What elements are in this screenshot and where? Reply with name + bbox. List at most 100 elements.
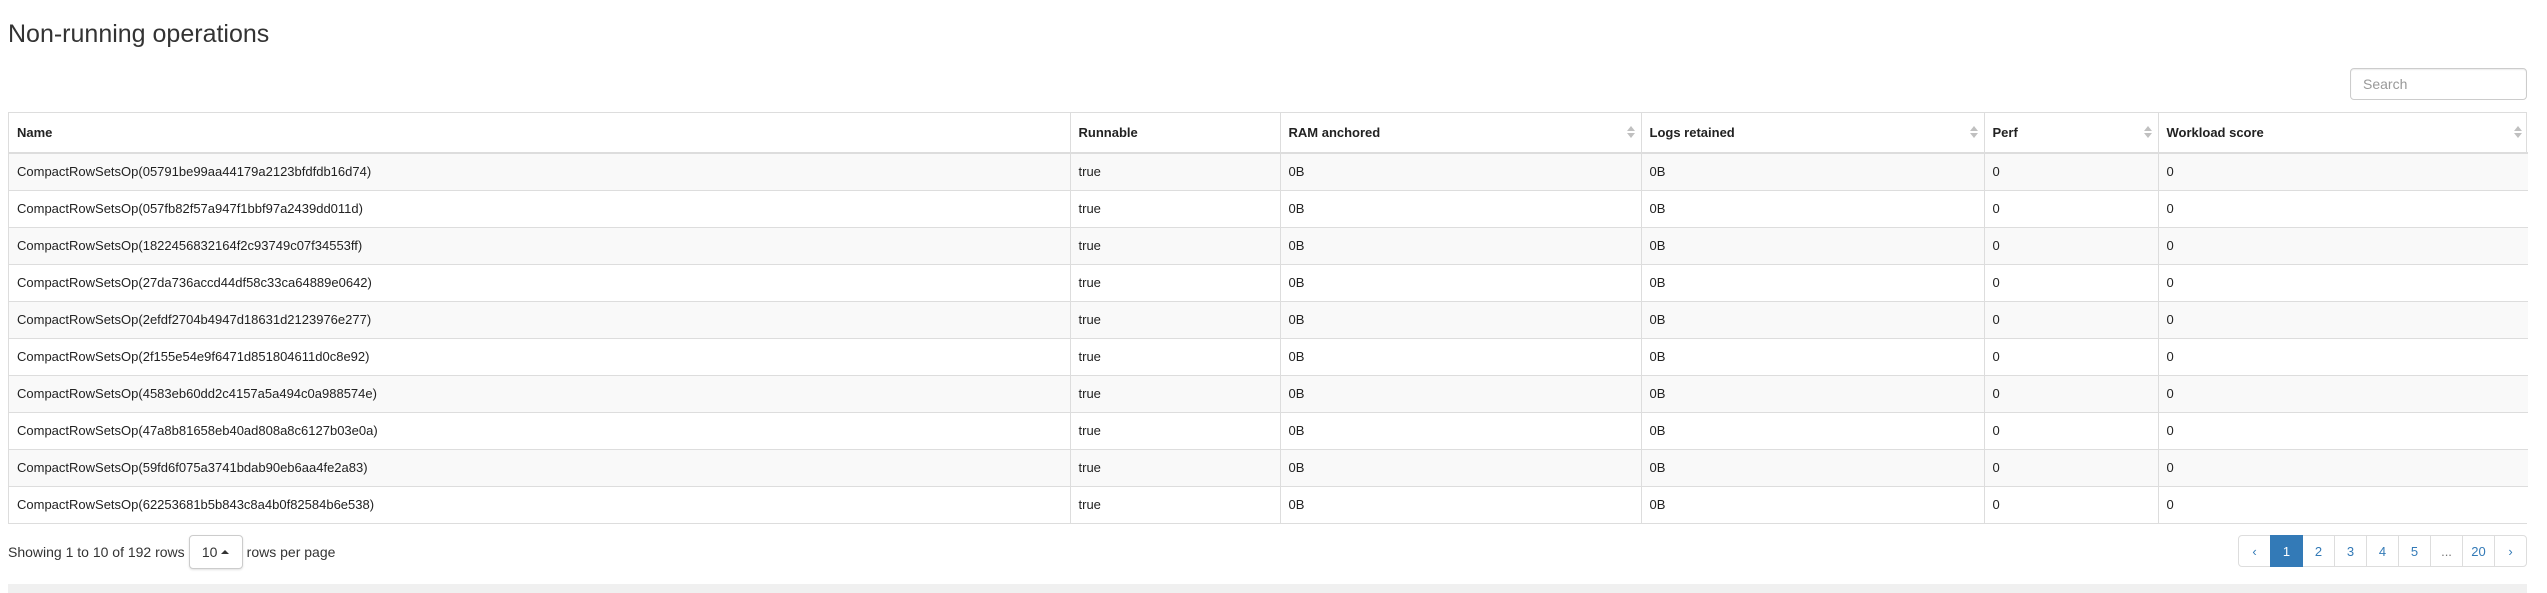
cell-name: CompactRowSetsOp(2f155e54e9f6471d8518046… [9, 338, 1071, 376]
cell-workload-score: 0 [2158, 375, 2528, 413]
column-header-runnable[interactable]: Runnable [1070, 113, 1281, 154]
cell-workload-score: 0 [2158, 449, 2528, 487]
operations-table-container: Name Runnable RAM anchored Logs retained… [8, 112, 2528, 524]
pagination-summary: Showing 1 to 10 of 192 rows 10 rows per … [8, 535, 335, 569]
cell-perf: 0 [1984, 449, 2159, 487]
showing-rows-text: Showing 1 to 10 of 192 rows [8, 544, 185, 560]
table-row: CompactRowSetsOp(62253681b5b843c8a4b0f82… [9, 486, 2528, 523]
rows-per-page-text: rows per page [246, 544, 336, 560]
cell-runnable: true [1070, 375, 1281, 413]
cell-perf: 0 [1984, 190, 2159, 228]
cell-workload-score: 0 [2158, 153, 2528, 191]
table-row: CompactRowSetsOp(4583eb60dd2c4157a5a494c… [9, 375, 2528, 413]
table-body: CompactRowSetsOp(05791be99aa44179a2123bf… [9, 153, 2528, 523]
cell-name: CompactRowSetsOp(27da736accd44df58c33ca6… [9, 264, 1071, 302]
cell-ram-anchored: 0B [1280, 153, 1642, 191]
page-ellipsis: ... [2430, 535, 2463, 567]
table-row: CompactRowSetsOp(2efdf2704b4947d18631d21… [9, 301, 2528, 339]
page-button[interactable]: 3 [2334, 535, 2367, 567]
table-row: CompactRowSetsOp(59fd6f075a3741bdab90eb6… [9, 449, 2528, 487]
cell-logs-retained: 0B [1641, 486, 1985, 523]
cell-name: CompactRowSetsOp(1822456832164f2c93749c0… [9, 227, 1071, 265]
cell-runnable: true [1070, 338, 1281, 376]
cell-perf: 0 [1984, 301, 2159, 339]
column-header-perf[interactable]: Perf [1984, 113, 2159, 154]
cell-ram-anchored: 0B [1280, 338, 1642, 376]
cell-runnable: true [1070, 486, 1281, 523]
cell-name: CompactRowSetsOp(62253681b5b843c8a4b0f82… [9, 486, 1071, 523]
cell-perf: 0 [1984, 227, 2159, 265]
cell-logs-retained: 0B [1641, 412, 1985, 450]
cell-runnable: true [1070, 412, 1281, 450]
cell-workload-score: 0 [2158, 227, 2528, 265]
page-button[interactable]: 20 [2462, 535, 2495, 567]
cell-runnable: true [1070, 227, 1281, 265]
column-header-label: Workload score [2166, 125, 2264, 140]
table-header-row: Name Runnable RAM anchored Logs retained… [9, 113, 2528, 154]
cell-logs-retained: 0B [1641, 190, 1985, 228]
cell-logs-retained: 0B [1641, 449, 1985, 487]
page-button[interactable]: 5 [2398, 535, 2431, 567]
caret-up-icon [221, 550, 230, 554]
pagination: ‹ 1 2 3 4 5... 20 › [2238, 535, 2527, 567]
bottom-panel-edge [8, 584, 2527, 593]
operations-table: Name Runnable RAM anchored Logs retained… [9, 113, 2528, 523]
sort-icon[interactable] [2514, 125, 2522, 141]
cell-ram-anchored: 0B [1280, 190, 1642, 228]
column-header-logs-retained[interactable]: Logs retained [1641, 113, 1985, 154]
column-header-label: Logs retained [1649, 125, 1735, 140]
cell-perf: 0 [1984, 264, 2159, 302]
page-next-button[interactable]: › [2494, 535, 2527, 567]
cell-workload-score: 0 [2158, 301, 2528, 339]
cell-workload-score: 0 [2158, 486, 2528, 523]
column-header-label: RAM anchored [1288, 125, 1381, 140]
page-button[interactable]: 1 [2270, 535, 2303, 567]
cell-ram-anchored: 0B [1280, 264, 1642, 302]
cell-name: CompactRowSetsOp(057fb82f57a947f1bbf97a2… [9, 190, 1071, 228]
cell-name: CompactRowSetsOp(2efdf2704b4947d18631d21… [9, 301, 1071, 339]
cell-ram-anchored: 0B [1280, 412, 1642, 450]
page-size-value: 10 [201, 544, 218, 560]
cell-ram-anchored: 0B [1280, 375, 1642, 413]
cell-ram-anchored: 0B [1280, 486, 1642, 523]
table-row: CompactRowSetsOp(2f155e54e9f6471d8518046… [9, 338, 2528, 376]
cell-runnable: true [1070, 153, 1281, 191]
cell-logs-retained: 0B [1641, 153, 1985, 191]
page-button[interactable]: 2 [2302, 535, 2335, 567]
cell-ram-anchored: 0B [1280, 449, 1642, 487]
cell-logs-retained: 0B [1641, 375, 1985, 413]
cell-workload-score: 0 [2158, 338, 2528, 376]
cell-runnable: true [1070, 264, 1281, 302]
cell-runnable: true [1070, 190, 1281, 228]
column-header-ram-anchored[interactable]: RAM anchored [1280, 113, 1642, 154]
column-header-name[interactable]: Name [9, 113, 1071, 154]
column-header-label: Name [17, 125, 53, 140]
cell-perf: 0 [1984, 486, 2159, 523]
table-row: CompactRowSetsOp(27da736accd44df58c33ca6… [9, 264, 2528, 302]
sort-icon[interactable] [2143, 125, 2152, 141]
column-header-label: Runnable [1078, 125, 1138, 140]
table-row: CompactRowSetsOp(05791be99aa44179a2123bf… [9, 153, 2528, 191]
page-prev-button[interactable]: ‹ [2238, 535, 2271, 567]
search-input[interactable] [2350, 68, 2527, 100]
cell-runnable: true [1070, 449, 1281, 487]
sort-icon[interactable] [1626, 125, 1635, 141]
column-header-label: Perf [1992, 125, 2018, 140]
table-row: CompactRowSetsOp(47a8b81658eb40ad808a8c6… [9, 412, 2528, 450]
cell-name: CompactRowSetsOp(59fd6f075a3741bdab90eb6… [9, 449, 1071, 487]
cell-workload-score: 0 [2158, 190, 2528, 228]
cell-logs-retained: 0B [1641, 227, 1985, 265]
sort-icon[interactable] [1969, 125, 1978, 141]
cell-name: CompactRowSetsOp(47a8b81658eb40ad808a8c6… [9, 412, 1071, 450]
cell-perf: 0 [1984, 338, 2159, 376]
page-button[interactable]: 4 [2366, 535, 2399, 567]
page-size-dropdown[interactable]: 10 [188, 535, 243, 569]
cell-workload-score: 0 [2158, 412, 2528, 450]
cell-perf: 0 [1984, 153, 2159, 191]
column-header-workload-score[interactable]: Workload score [2158, 113, 2528, 154]
cell-name: CompactRowSetsOp(4583eb60dd2c4157a5a494c… [9, 375, 1071, 413]
cell-perf: 0 [1984, 375, 2159, 413]
cell-ram-anchored: 0B [1280, 227, 1642, 265]
table-row: CompactRowSetsOp(1822456832164f2c93749c0… [9, 227, 2528, 265]
page-title: Non-running operations [8, 20, 270, 48]
